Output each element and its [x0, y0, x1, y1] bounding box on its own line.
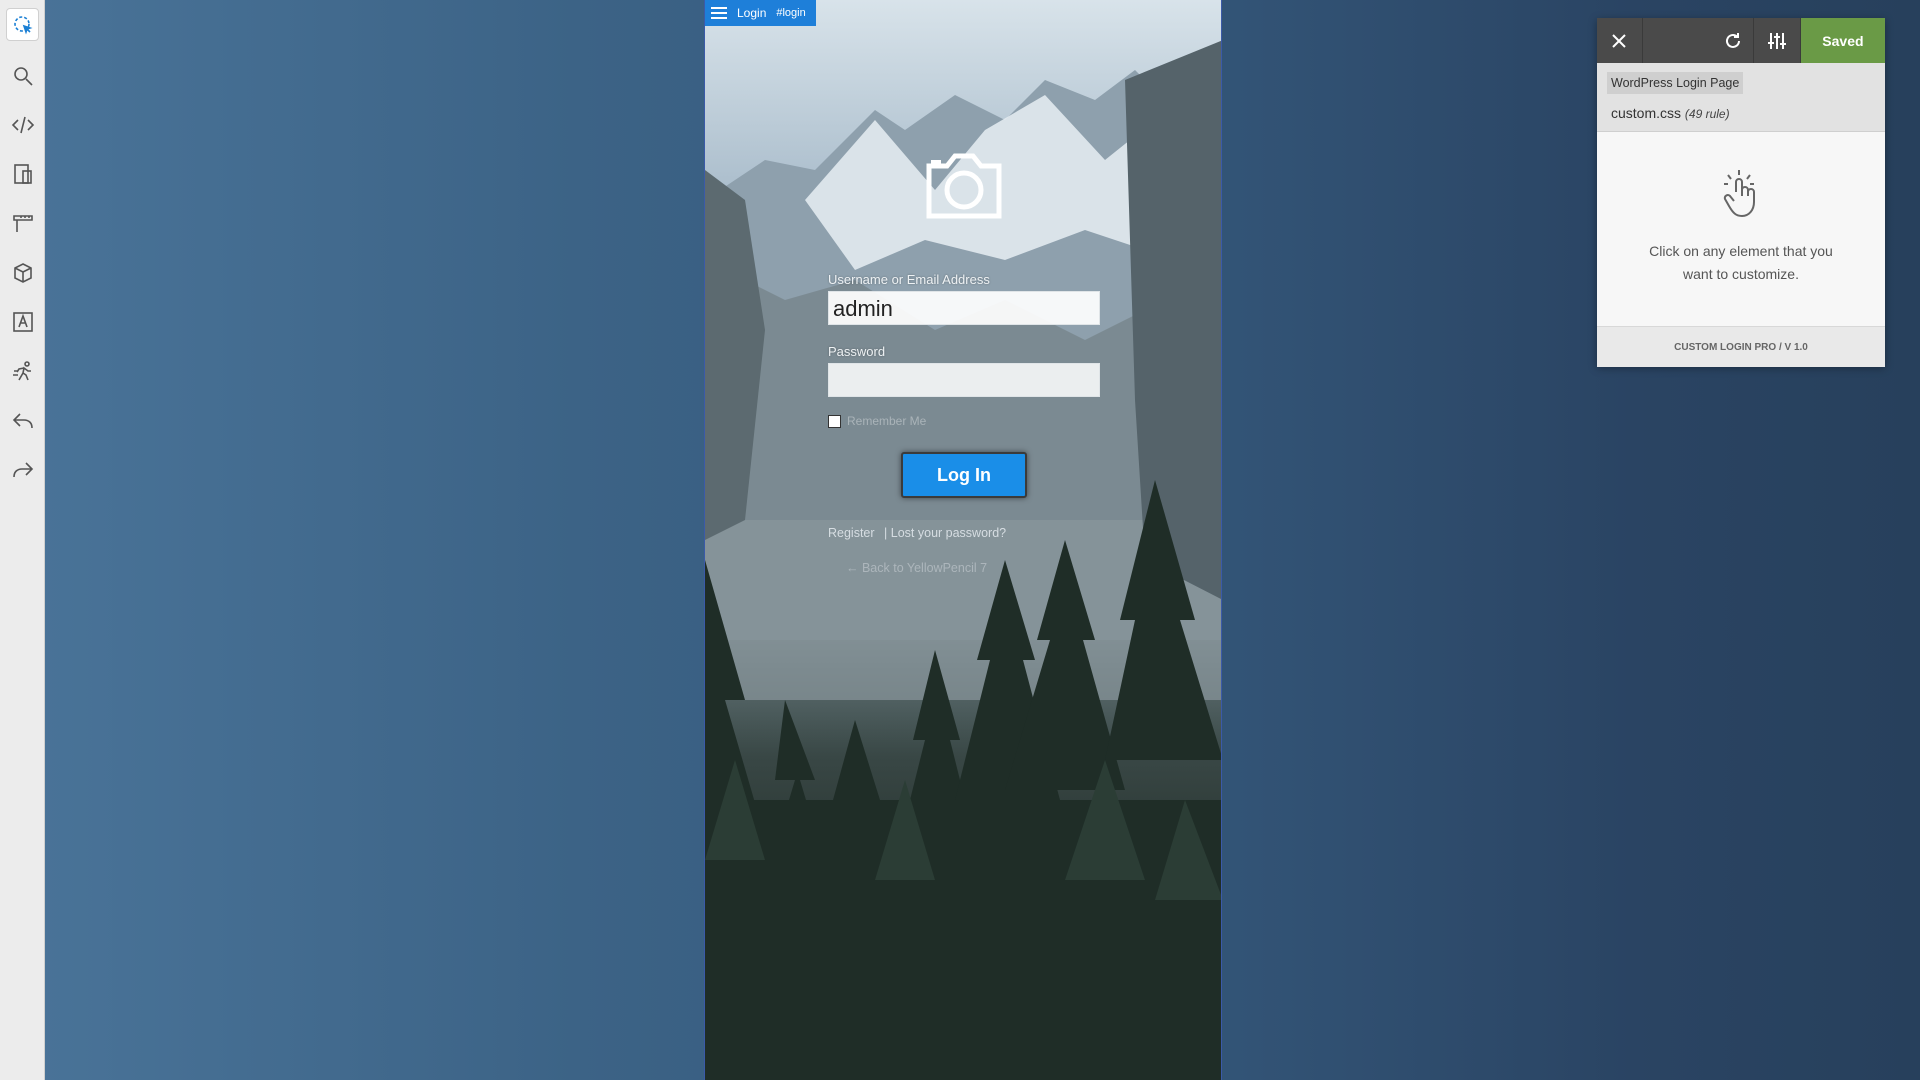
typography-icon [12, 311, 33, 332]
username-input[interactable]: admin [828, 291, 1100, 325]
links-separator: | [884, 526, 888, 540]
css-file-info: custom.css (49 rule) [1611, 105, 1730, 121]
selector-tool-button[interactable] [6, 8, 39, 41]
lost-password-link[interactable]: Lost your password? [891, 526, 1006, 540]
login-page-preview[interactable]: Login #login Username or Email Address a… [704, 0, 1222, 1080]
search-button[interactable] [6, 59, 39, 92]
customize-hint: Click on any element that you want to cu… [1597, 240, 1885, 286]
breadcrumb-id-tag: #login [776, 7, 806, 19]
code-icon [11, 116, 34, 133]
hint-line-2: want to customize. [1683, 266, 1799, 282]
remember-me-label: Remember Me [847, 414, 927, 428]
animation-icon [12, 360, 31, 380]
back-to-site-link[interactable]: ← Back to YellowPencil 7 [846, 561, 987, 575]
close-icon [1612, 33, 1626, 48]
password-input[interactable] [828, 363, 1100, 397]
login-form: Username or Email Address admin Password… [828, 272, 1100, 498]
reset-icon [1725, 32, 1740, 48]
element-breadcrumb[interactable]: Login #login [705, 0, 816, 26]
register-link[interactable]: Register [828, 526, 875, 540]
saved-button[interactable]: Saved [1800, 18, 1885, 63]
breadcrumb-label: Login [737, 6, 767, 20]
customizer-panel: Saved WordPress Login Page custom.css (4… [1597, 18, 1885, 367]
camera-logo-icon[interactable] [923, 148, 1005, 222]
3d-box-button[interactable] [6, 256, 39, 289]
remember-me-checkbox[interactable] [828, 414, 841, 428]
login-button[interactable]: Log In [901, 452, 1027, 498]
measure-icon [12, 214, 33, 232]
code-button[interactable] [6, 108, 39, 141]
settings-button[interactable] [1754, 18, 1801, 63]
panel-footer: CUSTOM LOGIN PRO / V 1.0 [1597, 326, 1885, 367]
redo-icon [12, 461, 33, 477]
login-links: Register | Lost your password? [828, 526, 1012, 540]
pointer-hand-icon [1723, 170, 1755, 218]
css-file-name: custom.css [1611, 105, 1682, 121]
username-label: Username or Email Address [828, 272, 990, 287]
remember-me-row[interactable]: Remember Me [828, 414, 1100, 428]
left-toolbar [0, 0, 45, 1080]
panel-topbar: Saved [1597, 18, 1885, 63]
redo-button[interactable] [6, 453, 39, 486]
search-icon [13, 66, 33, 86]
panel-topbar-spacer [1643, 18, 1712, 63]
undo-icon [12, 412, 33, 428]
sliders-icon [1768, 32, 1787, 49]
typography-button[interactable] [6, 305, 39, 338]
responsive-icon [13, 163, 32, 184]
measure-button[interactable] [6, 206, 39, 239]
hamburger-menu-icon[interactable] [711, 7, 727, 19]
3d-box-icon [13, 262, 32, 283]
css-rule-count: (49 rule) [1684, 107, 1730, 121]
responsive-button[interactable] [6, 157, 39, 190]
selector-icon [13, 15, 33, 35]
animation-button[interactable] [6, 354, 39, 387]
close-button[interactable] [1597, 18, 1643, 63]
hint-line-1: Click on any element that you [1649, 243, 1833, 259]
panel-body: Click on any element that you want to cu… [1597, 132, 1885, 326]
password-label: Password [828, 344, 886, 359]
page-name-badge[interactable]: WordPress Login Page [1607, 72, 1744, 94]
undo-button[interactable] [6, 404, 39, 437]
reset-button[interactable] [1712, 18, 1755, 63]
panel-header: WordPress Login Page custom.css (49 rule… [1597, 63, 1885, 132]
